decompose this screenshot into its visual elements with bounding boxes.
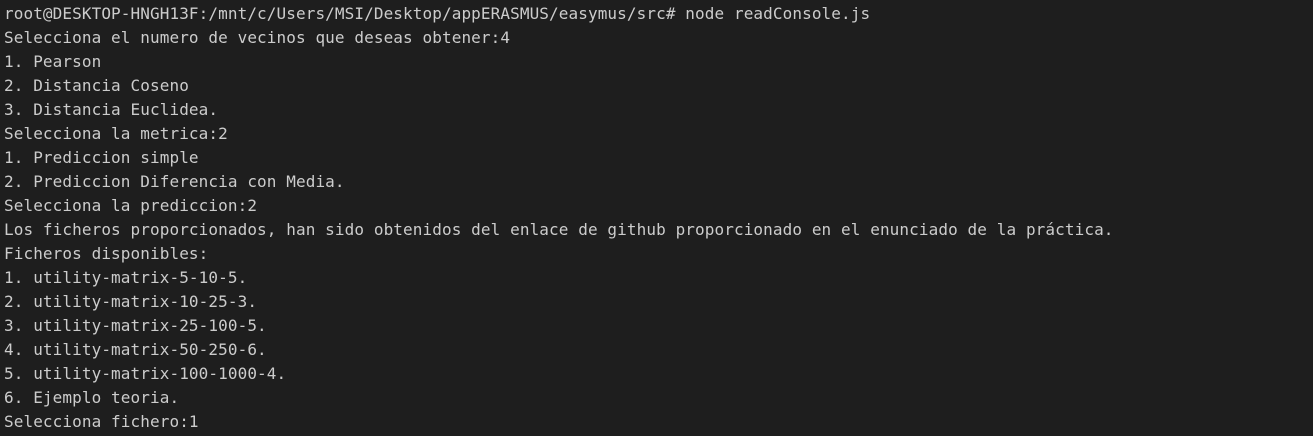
- output-line: 3. utility-matrix-25-100-5.: [4, 316, 267, 335]
- output-line: Selecciona la prediccion:2: [4, 196, 258, 215]
- output-line: 1. Pearson: [4, 52, 102, 71]
- output-line: 2. utility-matrix-10-25-3.: [4, 292, 258, 311]
- output-line: 3. Distancia Euclidea.: [4, 100, 219, 119]
- output-line: 1. utility-matrix-5-10-5.: [4, 268, 248, 287]
- output-line: 2. Distancia Coseno: [4, 76, 189, 95]
- output-line: 1. Prediccion simple: [4, 148, 199, 167]
- output-line: Selecciona el numero de vecinos que dese…: [4, 28, 511, 47]
- output-line: 4. utility-matrix-50-250-6.: [4, 340, 267, 359]
- output-line: 2. Prediccion Diferencia con Media.: [4, 172, 345, 191]
- output-line: Selecciona la metrica:2: [4, 124, 228, 143]
- output-line: Ficheros disponibles:: [4, 244, 209, 263]
- output-line: Los ficheros proporcionados, han sido ob…: [4, 220, 1114, 239]
- input-prompt-line: Selecciona fichero:1: [4, 412, 199, 431]
- terminal-window[interactable]: root@DESKTOP-HNGH13F:/mnt/c/Users/MSI/De…: [0, 0, 1313, 436]
- command-prompt-line: root@DESKTOP-HNGH13F:/mnt/c/Users/MSI/De…: [4, 4, 871, 23]
- output-line: 6. Ejemplo teoria.: [4, 388, 180, 407]
- output-line: 5. utility-matrix-100-1000-4.: [4, 364, 287, 383]
